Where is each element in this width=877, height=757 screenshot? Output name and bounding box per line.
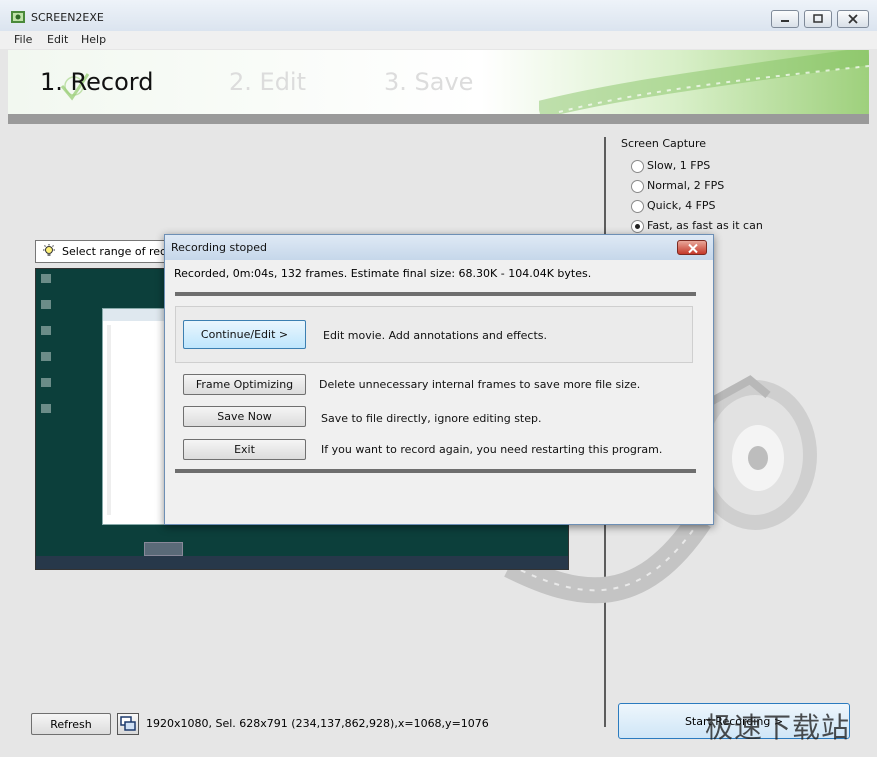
radio-fast-label: Fast, as fast as it can [647, 219, 763, 232]
radio-quick-label: Quick, 4 FPS [647, 199, 716, 212]
desktop-icon [41, 378, 51, 387]
desktop-icon [41, 352, 51, 361]
desktop-icon [41, 404, 51, 413]
exit-button[interactable]: Exit [183, 439, 306, 460]
film-reel-app-icon [11, 11, 25, 23]
watermark-text: 极速下载站 [705, 711, 851, 744]
dialog-close-button[interactable] [677, 240, 707, 255]
maximize-icon [813, 14, 823, 23]
preview-window-pane [107, 325, 111, 515]
radio-fast-indicator[interactable] [631, 220, 644, 233]
close-icon [688, 243, 698, 254]
menu-file[interactable]: File [14, 33, 32, 46]
minimize-icon [781, 20, 789, 22]
lightbulb-icon [43, 244, 55, 256]
preview-taskbar [36, 556, 568, 569]
select-range-label: Select range of recording [35, 240, 172, 263]
step-record: 1. Record [40, 68, 154, 96]
refresh-button[interactable]: Refresh [31, 713, 111, 735]
minimize-button[interactable] [771, 10, 799, 28]
menu-bar: File Edit Help [0, 31, 877, 49]
title-bar: SCREEN2EXE [0, 0, 877, 31]
windows-overlap-icon [120, 716, 136, 731]
radio-normal-label: Normal, 2 FPS [647, 179, 725, 192]
preview-window-toolbar [103, 309, 169, 321]
frame-optimizing-description: Delete unnecessary internal frames to sa… [319, 378, 641, 391]
menu-edit[interactable]: Edit [47, 33, 68, 46]
recording-stopped-dialog: Recording stoped Recorded, 0m:04s, 132 f… [164, 234, 714, 525]
step-save: 3. Save [384, 68, 474, 96]
menu-help[interactable]: Help [81, 33, 106, 46]
select-window-button[interactable] [117, 713, 139, 735]
close-icon [848, 14, 858, 24]
dialog-separator [175, 469, 696, 473]
radio-quick-indicator[interactable] [631, 200, 644, 213]
step-edit: 2. Edit [229, 68, 307, 96]
filmstrip-decoration-icon [539, 50, 869, 114]
save-now-description: Save to file directly, ignore editing st… [321, 412, 542, 425]
primary-action-group: Continue/Edit > Edit movie. Add annotati… [175, 306, 693, 363]
steps-banner: 1. Record 2. Edit 3. Save [8, 50, 869, 114]
radio-slow-label: Slow, 1 FPS [647, 159, 711, 172]
desktop-icon [41, 274, 51, 283]
screen2exe-window: SCREEN2EXE File Edit Help 1. Record 2. E… [0, 0, 877, 757]
radio-slow-indicator[interactable] [631, 160, 644, 173]
save-now-button[interactable]: Save Now [183, 406, 306, 427]
desktop-icon [41, 326, 51, 335]
window-title: SCREEN2EXE [31, 11, 104, 24]
selection-status: 1920x1080, Sel. 628x791 (234,137,862,928… [146, 717, 489, 730]
close-button[interactable] [837, 10, 869, 28]
maximize-button[interactable] [804, 10, 832, 28]
dialog-title: Recording stoped [171, 241, 268, 254]
continue-edit-description: Edit movie. Add annotations and effects. [323, 329, 548, 342]
continue-edit-button[interactable]: Continue/Edit > [183, 320, 306, 349]
desktop-icon [41, 300, 51, 309]
select-range-text: Select range of recording [62, 245, 172, 258]
preview-taskbar-popup [144, 542, 183, 556]
radio-normal-indicator[interactable] [631, 180, 644, 193]
exit-description: If you want to record again, you need re… [321, 443, 663, 456]
recording-summary: Recorded, 0m:04s, 132 frames. Estimate f… [174, 267, 592, 280]
dialog-separator [175, 292, 696, 296]
banner-divider [8, 114, 869, 124]
frame-optimizing-button[interactable]: Frame Optimizing [183, 374, 306, 395]
screen-capture-title: Screen Capture [621, 137, 707, 150]
preview-window [102, 308, 170, 525]
dialog-title-bar: Recording stoped [165, 235, 713, 260]
